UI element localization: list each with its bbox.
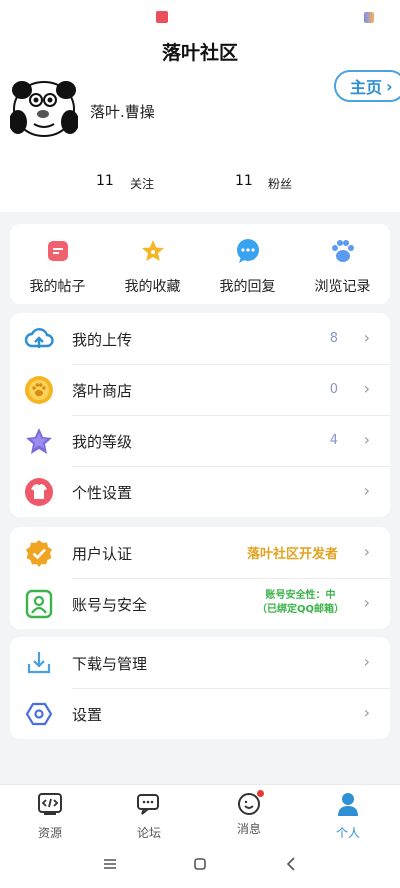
verify-status: 落叶社区开发者 xyxy=(246,547,338,562)
back-icon[interactable] xyxy=(282,854,302,874)
tab-resources[interactable]: 资源 xyxy=(20,791,80,841)
hexagon-settings-icon xyxy=(25,702,53,726)
list-item-verify[interactable]: 用户认证 落叶社区开发者 › xyxy=(10,527,390,578)
row-label: 落叶商店 xyxy=(72,382,133,400)
tab-profile[interactable]: 个人 xyxy=(318,791,378,841)
chevron-right-icon: › xyxy=(363,542,370,561)
bottom-tab-bar: 资源 论坛 消息 个人 xyxy=(0,784,400,840)
followers-count[interactable]: 11 xyxy=(235,173,253,189)
list-item-settings[interactable]: 设置 › xyxy=(10,688,390,739)
system-nav-bar xyxy=(0,840,400,888)
chevron-right-icon: › xyxy=(363,593,370,612)
code-icon xyxy=(38,793,62,815)
followers-label[interactable]: 粉丝 xyxy=(268,175,292,192)
quick-item-label: 我的收藏 xyxy=(124,279,181,295)
quick-item-label: 我的回复 xyxy=(219,279,276,295)
star-icon xyxy=(141,240,164,261)
quick-actions-card: 我的帖子 我的收藏 我的回复 浏览记录 xyxy=(10,224,390,304)
quick-item-label: 浏览记录 xyxy=(314,279,371,295)
row-label: 我的上传 xyxy=(72,331,133,349)
list-item-downloads[interactable]: 下载与管理 › xyxy=(10,637,390,688)
row-count: 4 xyxy=(329,433,338,448)
paw-coin-icon xyxy=(25,376,53,404)
row-label: 我的等级 xyxy=(72,433,133,451)
menu-group-account: 我的上传 8 › 落叶商店 0 › 我的等级 4 › 个性设置 › xyxy=(10,313,390,517)
profile-header: 落叶社区 主页 › 落叶.曹操 11 关注 11 粉丝 xyxy=(0,0,400,212)
home-icon[interactable] xyxy=(190,854,210,874)
download-icon xyxy=(27,652,51,674)
avatar[interactable] xyxy=(10,76,78,138)
list-item-level[interactable]: 我的等级 4 › xyxy=(10,415,390,466)
list-item-shop[interactable]: 落叶商店 0 › xyxy=(10,364,390,415)
tab-messages[interactable]: 消息 xyxy=(219,790,279,837)
tab-label: 资源 xyxy=(37,826,62,840)
menu-icon[interactable] xyxy=(100,854,120,874)
tshirt-icon xyxy=(25,478,53,506)
post-icon xyxy=(47,241,68,261)
paw-icon xyxy=(331,240,354,262)
menu-group-settings: 下载与管理 › 设置 › xyxy=(10,637,390,739)
chevron-right-icon: › xyxy=(363,652,370,671)
chevron-right-icon: › xyxy=(386,76,393,96)
cloud-upload-icon xyxy=(24,328,54,348)
chevron-right-icon: › xyxy=(363,703,370,722)
security-status: 账号安全性：中 （已绑定QQ邮箱） xyxy=(257,589,344,617)
chevron-right-icon: › xyxy=(363,430,370,449)
row-label: 账号与安全 xyxy=(72,596,148,614)
row-label: 个性设置 xyxy=(72,484,133,502)
tab-label: 论坛 xyxy=(136,826,161,840)
forum-icon xyxy=(137,794,159,815)
row-label: 用户认证 xyxy=(72,545,133,563)
security-binding: （已绑定QQ邮箱） xyxy=(256,604,344,615)
quick-item-history[interactable]: 浏览记录 xyxy=(295,238,390,296)
quick-item-favorites[interactable]: 我的收藏 xyxy=(105,238,200,296)
menu-group-verify: 用户认证 落叶社区开发者 › 账号与安全 账号安全性：中 （已绑定QQ邮箱） › xyxy=(10,527,390,629)
security-level: 账号安全性：中 xyxy=(265,590,336,601)
quick-item-my-posts[interactable]: 我的帖子 xyxy=(10,238,105,296)
row-label: 设置 xyxy=(72,706,103,724)
badge-check-icon xyxy=(26,540,52,567)
tab-label: 消息 xyxy=(236,822,261,836)
list-item-uploads[interactable]: 我的上传 8 › xyxy=(10,313,390,364)
page-title: 落叶社区 xyxy=(161,42,238,64)
chevron-right-icon: › xyxy=(363,328,370,347)
unread-badge xyxy=(257,790,264,797)
home-button[interactable]: 主页 › xyxy=(334,70,400,102)
profile-stats: 11 关注 11 粉丝 xyxy=(0,173,400,193)
battery-icon xyxy=(364,12,374,23)
chevron-right-icon: › xyxy=(363,481,370,500)
chat-bubble-icon xyxy=(236,239,259,263)
row-count: 0 xyxy=(329,382,338,397)
username[interactable]: 落叶.曹操 xyxy=(90,101,155,122)
following-label[interactable]: 关注 xyxy=(130,175,154,192)
quick-item-label: 我的帖子 xyxy=(29,279,86,295)
list-item-security[interactable]: 账号与安全 账号安全性：中 （已绑定QQ邮箱） › xyxy=(10,578,390,629)
following-count[interactable]: 11 xyxy=(96,173,114,189)
tab-forum[interactable]: 论坛 xyxy=(119,791,179,841)
row-label: 下载与管理 xyxy=(72,655,148,673)
row-count: 8 xyxy=(329,331,338,346)
chevron-right-icon: › xyxy=(363,379,370,398)
quick-item-replies[interactable]: 我的回复 xyxy=(200,238,295,296)
user-card-icon xyxy=(25,589,53,619)
tab-label: 个人 xyxy=(335,826,360,840)
status-bar xyxy=(0,8,400,26)
list-item-personalize[interactable]: 个性设置 › xyxy=(10,466,390,517)
person-icon xyxy=(338,793,358,816)
purple-star-icon xyxy=(26,428,52,454)
notification-icon xyxy=(156,11,168,23)
message-icon-wrap xyxy=(236,790,264,817)
home-button-label: 主页 xyxy=(350,78,383,97)
